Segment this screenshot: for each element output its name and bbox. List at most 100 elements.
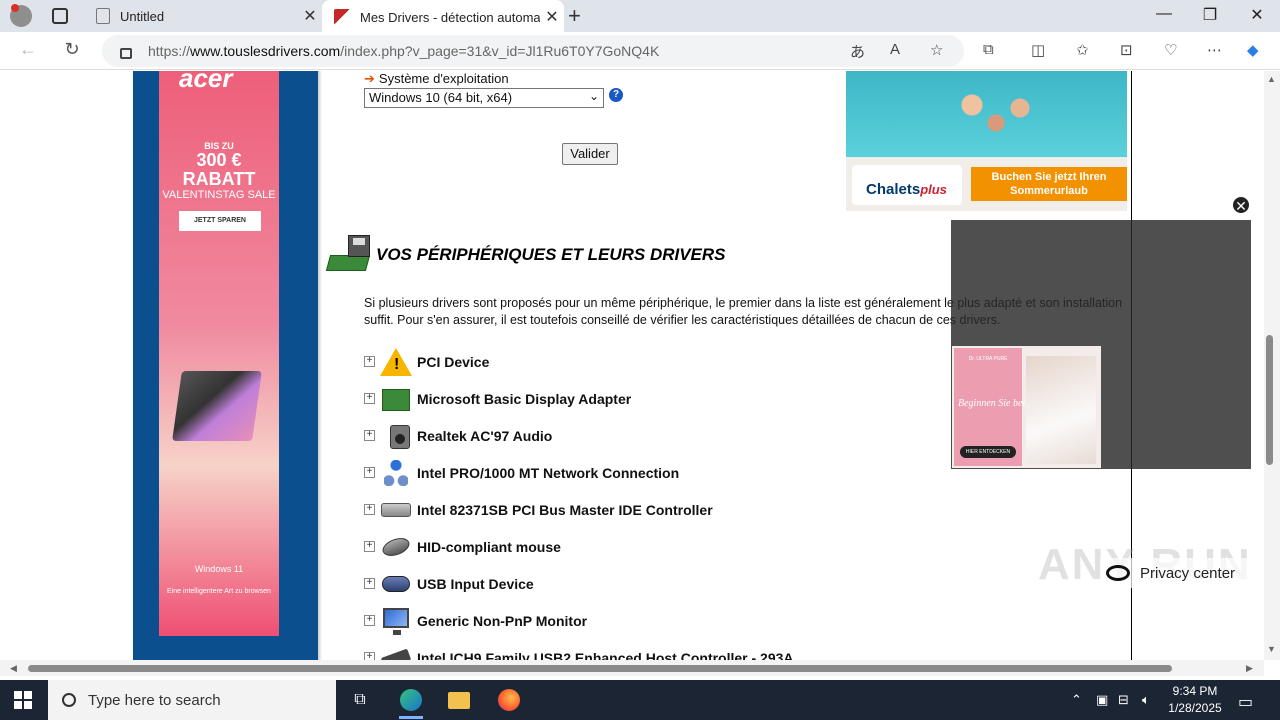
device-name[interactable]: Microsoft Basic Display Adapter [417, 391, 631, 407]
minimize-button[interactable]: — [1141, 5, 1187, 23]
skincare-ad[interactable]: Dr. ULTRA PURE Beginnen Sie bei der basi… [952, 346, 1101, 468]
device-name[interactable]: Intel PRO/1000 MT Network Connection [417, 465, 679, 481]
ad-cta-button[interactable]: JETZT SPAREN [179, 211, 261, 231]
refresh-icon[interactable]: ↻ [60, 39, 84, 60]
network-icon[interactable]: ⊟ [1118, 692, 1129, 708]
help-icon[interactable]: ? [609, 88, 623, 102]
tab-close-icon[interactable]: ✕ [540, 7, 564, 27]
favorites-icon[interactable]: ✩ [1076, 41, 1089, 59]
scroll-right-icon[interactable]: ▶ [1246, 663, 1253, 674]
display-card-icon [380, 384, 412, 414]
device-item[interactable]: + HID-compliant mouse [364, 528, 1064, 565]
tab-mes-drivers[interactable]: Mes Drivers - détection automati ✕ [322, 0, 564, 34]
file-explorer-icon[interactable] [435, 680, 483, 720]
url-text: https://www.touslesdrivers.com/index.php… [148, 43, 660, 59]
os-select[interactable]: Windows 10 (64 bit, x64) ⌄ [364, 88, 604, 108]
firefox-icon[interactable] [485, 680, 533, 720]
expand-icon[interactable]: + [364, 430, 375, 441]
expand-icon[interactable]: + [364, 615, 375, 626]
read-aloud-icon[interactable]: A [890, 41, 900, 58]
tab-close-icon[interactable]: ✕ [298, 6, 322, 26]
vertical-scroll-thumb[interactable] [1266, 335, 1273, 465]
expand-icon[interactable]: + [364, 541, 375, 552]
tab-bar: Untitled ✕ Mes Drivers - détection autom… [0, 0, 1280, 34]
profile-avatar-icon[interactable] [10, 4, 32, 27]
ad-brand: Dr. ULTRA PURE [968, 356, 1008, 362]
device-name[interactable]: USB Input Device [417, 576, 534, 592]
edge-icon[interactable] [387, 680, 435, 720]
chevron-up-icon[interactable]: ⌃ [1071, 692, 1082, 708]
device-name[interactable]: PCI Device [417, 354, 489, 370]
laptop-image [172, 371, 262, 441]
device-name[interactable]: HID-compliant mouse [417, 539, 561, 555]
ad-cta-button[interactable]: HIER ENTDECKEN [960, 446, 1016, 458]
book-now-button[interactable]: Buchen Sie jetzt Ihren Sommerurlaub [971, 167, 1127, 201]
page-icon [96, 8, 110, 24]
close-window-button[interactable]: ✕ [1234, 5, 1280, 25]
split-screen-icon[interactable]: ◫ [1031, 41, 1045, 59]
expand-icon[interactable]: + [364, 652, 375, 660]
device-item[interactable]: + Generic Non-PnP Monitor [364, 602, 1064, 639]
close-ad-icon[interactable]: ✕ [1231, 195, 1251, 215]
task-view-icon[interactable]: ⧉ [336, 680, 384, 720]
expand-icon[interactable]: + [364, 467, 375, 478]
expand-icon[interactable]: + [364, 578, 375, 589]
translate-icon[interactable]: あ [850, 41, 865, 62]
address-bar[interactable]: https://www.touslesdrivers.com/index.php… [102, 35, 964, 67]
browser-toolbar: ← ↻ https://www.touslesdrivers.com/index… [0, 32, 1280, 70]
pool-image [936, 81, 1056, 141]
ad-sale-text: VALENTINSTAG SALE [162, 189, 276, 201]
copilot-icon[interactable]: ◆ [1247, 41, 1259, 59]
device-icon[interactable]: ▣ [1096, 692, 1108, 708]
expand-icon[interactable]: + [364, 356, 375, 367]
performance-icon[interactable]: ♡ [1164, 41, 1177, 59]
back-arrow-icon[interactable]: ← [16, 39, 40, 60]
device-name[interactable]: Generic Non-PnP Monitor [417, 613, 587, 629]
mouse-icon [380, 532, 412, 562]
search-icon [62, 693, 76, 707]
device-name[interactable]: Intel ICH9 Family USB2 Enhanced Host Con… [417, 650, 794, 661]
expand-icon[interactable]: + [364, 393, 375, 404]
restore-button[interactable]: ❐ [1187, 5, 1233, 25]
tab-untitled[interactable]: Untitled ✕ [84, 0, 322, 32]
device-item[interactable]: + Intel 82371SB PCI Bus Master IDE Contr… [364, 491, 1064, 528]
speaker-icon [380, 421, 412, 451]
taskbar: Type here to search ⧉ ⌃ ▣ ⊟ 🔈︎ 9:34 PM 1… [0, 680, 1280, 720]
top-right-ad[interactable]: Chaletsplus Buchen Sie jetzt Ihren Somme… [846, 71, 1127, 211]
privacy-center-label: Privacy center [1140, 564, 1236, 582]
taskbar-search[interactable]: Type here to search [48, 680, 336, 720]
hardware-icon [325, 233, 374, 279]
gamepad-icon [380, 569, 412, 599]
favorite-star-icon[interactable]: ☆ [930, 41, 943, 59]
search-placeholder: Type here to search [88, 691, 221, 709]
notifications-icon[interactable]: ▭ [1238, 692, 1253, 712]
chalets-logo: Chaletsplus [852, 165, 962, 205]
device-name[interactable]: Realtek AC'97 Audio [417, 428, 552, 444]
scroll-down-icon[interactable]: ▼ [1267, 644, 1276, 654]
extensions-icon[interactable]: ⧉ [983, 41, 994, 58]
device-item[interactable]: + Intel ICH9 Family USB2 Enhanced Host C… [364, 639, 1064, 660]
new-tab-icon[interactable]: + [568, 3, 581, 29]
tab-actions-icon[interactable] [52, 8, 68, 24]
more-menu-icon[interactable]: ⋯ [1207, 41, 1222, 59]
volume-icon[interactable]: 🔈︎ [1142, 692, 1150, 708]
ad-headline: 300 € RABATT [182, 150, 256, 189]
device-item[interactable]: + USB Input Device [364, 565, 1064, 602]
collections-icon[interactable]: ⊡ [1120, 41, 1133, 59]
usb-icon [380, 643, 412, 660]
time: 9:34 PM [1172, 684, 1218, 698]
clock[interactable]: 9:34 PM 1/28/2025 [1160, 683, 1230, 717]
scroll-left-icon[interactable]: ◀ [10, 663, 17, 674]
privacy-center-button[interactable]: Privacy center [1100, 558, 1256, 588]
lock-icon[interactable] [120, 47, 132, 59]
os-label: ➔ Système d'exploitation [364, 71, 509, 86]
expand-icon[interactable]: + [364, 504, 375, 515]
horizontal-scroll-thumb[interactable] [28, 665, 1172, 672]
windows-start-icon[interactable] [14, 691, 32, 709]
scroll-up-icon[interactable]: ▲ [1267, 74, 1276, 84]
validate-button[interactable]: Valider [562, 143, 618, 165]
ad-logo: acer [179, 71, 233, 93]
device-name[interactable]: Intel 82371SB PCI Bus Master IDE Control… [417, 502, 713, 518]
tab-title: Untitled [120, 8, 165, 24]
left-banner-ad[interactable]: acer BIS ZU 300 € RABATT VALENTINSTAG SA… [133, 71, 318, 660]
